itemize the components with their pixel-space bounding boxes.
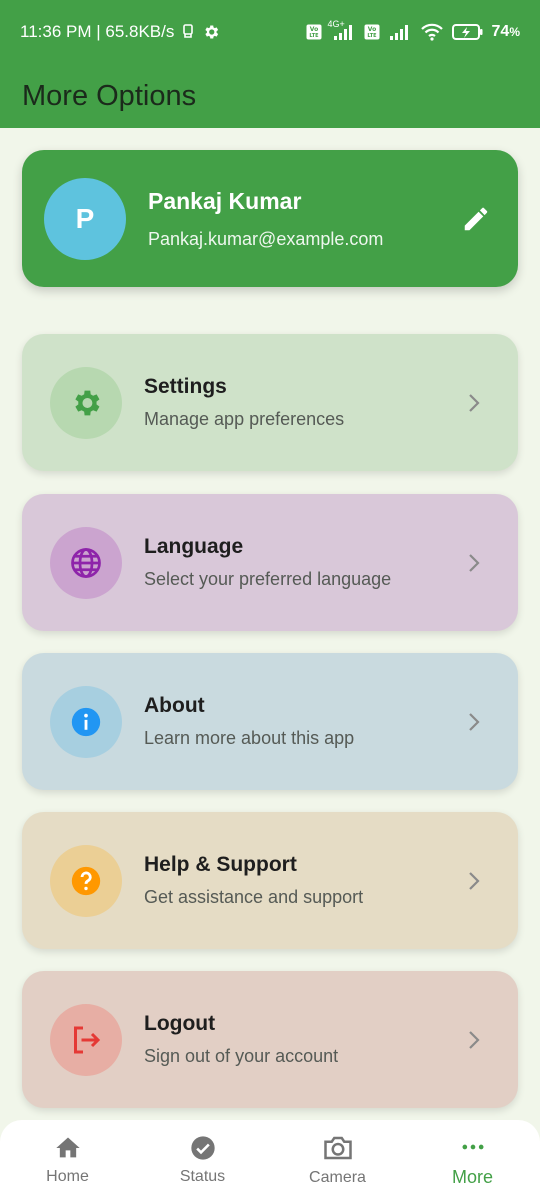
- chevron-right-icon: [462, 391, 486, 415]
- option-icon-bg: [50, 366, 122, 439]
- svg-text:LTE: LTE: [309, 33, 319, 39]
- nav-status[interactable]: Status: [135, 1134, 270, 1186]
- help-icon: [71, 866, 101, 895]
- status-right: Vo LTE 4G+ Vo LTE 74%: [306, 19, 520, 41]
- svg-text:Vo: Vo: [367, 26, 375, 33]
- edit-profile-button[interactable]: [456, 199, 496, 239]
- nav-label: More: [451, 1166, 493, 1187]
- wifi-icon: [420, 23, 444, 41]
- battery-charging-icon: [451, 23, 484, 41]
- option-icon-bg: [50, 1003, 122, 1076]
- option-subtitle: Learn more about this app: [144, 728, 355, 748]
- option-icon-bg: [50, 526, 122, 599]
- nav-home[interactable]: Home: [0, 1134, 135, 1186]
- profile-info: Pankaj Kumar Pankaj.kumar@example.com: [148, 188, 456, 250]
- option-title: Logout: [144, 1012, 216, 1035]
- nav-label: Camera: [309, 1169, 366, 1186]
- option-subtitle: Select your preferred language: [144, 569, 392, 589]
- network-label: 4G+: [327, 19, 345, 29]
- chevron-right-icon: [462, 710, 486, 734]
- option-title: About: [144, 694, 205, 717]
- option-logout[interactable]: Logout Sign out of your account: [22, 971, 518, 1108]
- svg-text:LTE: LTE: [367, 33, 377, 39]
- profile-card[interactable]: P Pankaj Kumar Pankaj.kumar@example.com: [22, 150, 518, 287]
- option-about[interactable]: About Learn more about this app: [22, 653, 518, 790]
- option-title: Language: [144, 535, 244, 558]
- chevron-right-icon: [462, 1028, 486, 1052]
- app-bar: More Options: [0, 64, 540, 128]
- option-title: Settings: [144, 375, 227, 398]
- camera-icon: [323, 1136, 352, 1160]
- option-help-support[interactable]: Help & Support Get assistance and suppor…: [22, 812, 518, 949]
- nav-more[interactable]: More: [405, 1133, 540, 1188]
- globe-icon: [71, 547, 101, 578]
- gear-icon: [75, 390, 100, 415]
- option-title: Help & Support: [144, 853, 297, 876]
- option-text: Settings Manage app preferences: [144, 375, 462, 430]
- pencil-icon: [464, 207, 488, 230]
- chevron-right-icon: [462, 869, 486, 893]
- option-subtitle: Get assistance and support: [144, 887, 364, 907]
- option-icon-bg: [50, 844, 122, 917]
- profile-email: Pankaj.kumar@example.com: [148, 228, 384, 249]
- time-and-speed: 11:36 PM | 65.8KB/s: [20, 22, 175, 41]
- option-subtitle: Sign out of your account: [144, 1046, 339, 1066]
- bottom-navigation: Home Status Camera More: [0, 1120, 540, 1200]
- signal-icon: [388, 23, 412, 41]
- option-subtitle: Manage app preferences: [144, 409, 345, 429]
- gear-icon: [202, 23, 220, 41]
- page-title: More Options: [22, 79, 197, 112]
- logout-icon: [74, 1026, 101, 1053]
- option-settings[interactable]: Settings Manage app preferences: [22, 334, 518, 471]
- status-bar: 11:36 PM | 65.8KB/s Vo LTE 4G+ Vo LTE 74%: [0, 0, 540, 64]
- profile-name: Pankaj Kumar: [148, 187, 302, 214]
- nav-label: Home: [46, 1168, 89, 1185]
- option-icon-bg: [50, 685, 122, 758]
- option-language[interactable]: Language Select your preferred language: [22, 494, 518, 631]
- volte-icon-2: Vo LTE: [364, 24, 380, 40]
- chevron-right-icon: [462, 551, 486, 575]
- option-text: Help & Support Get assistance and suppor…: [144, 853, 462, 908]
- svg-text:Vo: Vo: [309, 26, 317, 33]
- home-icon: [55, 1137, 80, 1158]
- option-text: Language Select your preferred language: [144, 535, 462, 590]
- status-left: 11:36 PM | 65.8KB/s: [20, 22, 220, 42]
- nav-camera[interactable]: Camera: [270, 1133, 405, 1187]
- check-circle-icon: [190, 1136, 215, 1160]
- usb-icon: [182, 24, 194, 40]
- volte-icon: Vo LTE: [306, 24, 322, 40]
- battery-percent: 74%: [491, 23, 520, 40]
- avatar: P: [44, 177, 126, 260]
- info-icon: [71, 707, 101, 736]
- nav-label: Status: [179, 1168, 226, 1185]
- signal-4g-icon: 4G+: [328, 19, 356, 41]
- option-text: About Learn more about this app: [144, 694, 462, 749]
- more-icon: [462, 1144, 483, 1149]
- option-text: Logout Sign out of your account: [144, 1012, 462, 1067]
